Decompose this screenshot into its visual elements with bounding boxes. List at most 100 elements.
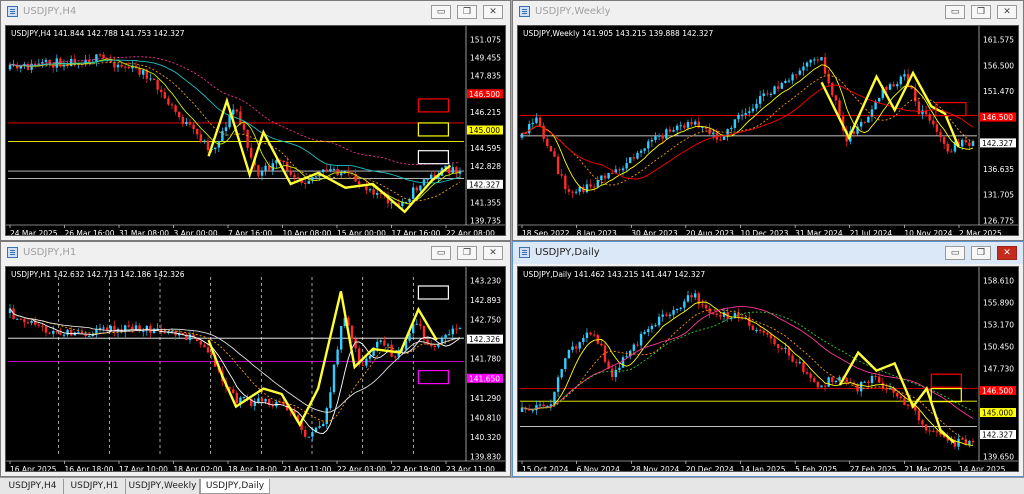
candle-body bbox=[668, 129, 672, 132]
chart-area[interactable]: 161.575 156.500 151.470 146.500 142.327 136.6… bbox=[517, 25, 1019, 236]
price-label: 145.000 bbox=[982, 409, 1013, 418]
candle-body bbox=[340, 325, 343, 350]
candle-body bbox=[935, 431, 939, 433]
candle-body bbox=[585, 184, 589, 193]
candle-body bbox=[102, 327, 105, 329]
zone-box bbox=[417, 98, 449, 113]
price-label: 139.650 bbox=[983, 453, 1014, 462]
candle-body bbox=[203, 344, 206, 348]
price-chart[interactable]: 151.075 149.455 147.835 146.500 146.215 145.0… bbox=[6, 26, 505, 235]
candle-body bbox=[88, 335, 91, 337]
price-label: 145.000 bbox=[469, 126, 500, 135]
candle-body bbox=[127, 325, 130, 327]
candle-body bbox=[546, 138, 549, 147]
candle-body bbox=[766, 93, 769, 95]
restore-button[interactable]: ❐ bbox=[457, 246, 477, 260]
window-titlebar[interactable]: USDJPY,Daily ▭ ❐ ✕ bbox=[513, 242, 1023, 264]
price-label: 141.290 bbox=[470, 394, 501, 403]
candle-body bbox=[419, 323, 422, 326]
price-label: 144.595 bbox=[470, 144, 501, 153]
candle-body bbox=[748, 111, 751, 114]
candle-body bbox=[625, 356, 628, 358]
price-label: 142.828 bbox=[470, 162, 501, 171]
date-label: 8 Jan 2023 bbox=[577, 229, 617, 235]
price-chart[interactable]: 158.610 155.890 153.170 150.450 147.730 146.5… bbox=[518, 267, 1018, 471]
tab-usdjpy-h4[interactable]: USDJPY,H4 bbox=[2, 479, 64, 494]
minimize-button[interactable]: ▭ bbox=[945, 5, 965, 19]
candle-body bbox=[48, 59, 51, 65]
candle-body bbox=[863, 122, 866, 124]
chart-window-weekly[interactable]: USDJPY,Weekly ▭ ❐ ✕ 161.575 156.500 151.47… bbox=[512, 0, 1024, 241]
candle-body bbox=[282, 160, 285, 162]
minimize-button[interactable]: ▭ bbox=[945, 246, 965, 260]
candle-body bbox=[275, 401, 278, 407]
candle-body bbox=[553, 151, 556, 157]
window-titlebar[interactable]: USDJPY,H1 ▭ ❐ ✕ bbox=[1, 242, 510, 264]
candle-body bbox=[329, 392, 332, 409]
candle-body bbox=[643, 148, 646, 151]
tab-usdjpy-daily[interactable]: USDJPY,Daily bbox=[200, 479, 270, 494]
candle-body bbox=[531, 410, 535, 412]
candle-body bbox=[877, 376, 881, 383]
candle-body bbox=[329, 169, 332, 171]
candle-body bbox=[748, 317, 751, 326]
price-label: 155.890 bbox=[983, 299, 1014, 308]
restore-button[interactable]: ❐ bbox=[457, 5, 477, 19]
candle-body bbox=[48, 332, 51, 334]
candle-body bbox=[16, 318, 19, 320]
price-label: 139.830 bbox=[470, 453, 501, 462]
chart-area[interactable]: 151.075 149.455 147.835 146.500 146.215 145.0… bbox=[5, 25, 506, 236]
chart-window-h4[interactable]: USDJPY,H4 ▭ ❐ ✕ 151.075 149.455 147.835 146… bbox=[0, 0, 511, 241]
price-label: 141.780 bbox=[470, 355, 501, 364]
candle-body bbox=[451, 328, 454, 335]
candle-body bbox=[813, 377, 816, 382]
tab-usdjpy-h1[interactable]: USDJPY,H1 bbox=[64, 479, 126, 494]
chart-window-h1[interactable]: USDJPY,H1 ▭ ❐ ✕ 143.230 142.893 142.750 142… bbox=[0, 241, 511, 477]
close-button[interactable]: ✕ bbox=[483, 246, 503, 260]
price-label: 142.326 bbox=[469, 335, 500, 344]
price-chart[interactable]: 161.575 156.500 151.470 146.500 142.327 136.6… bbox=[518, 26, 1018, 235]
chart-area[interactable]: 158.610 155.890 153.170 150.450 147.730 146.5… bbox=[517, 266, 1019, 472]
close-button[interactable]: ✕ bbox=[483, 5, 503, 19]
candle-body bbox=[336, 168, 339, 176]
candle-body bbox=[102, 54, 105, 59]
chart-area[interactable]: 143.230 142.893 142.750 142.326 141.780 141.6… bbox=[5, 266, 506, 472]
candle-body bbox=[260, 170, 264, 176]
candle-body bbox=[776, 344, 780, 349]
close-button[interactable]: ✕ bbox=[997, 246, 1017, 260]
date-label: 2 Mar 2025 bbox=[959, 229, 1002, 235]
restore-button[interactable]: ❐ bbox=[971, 5, 991, 19]
candle-body bbox=[322, 169, 325, 173]
candle-body bbox=[448, 334, 451, 336]
moving-average-line bbox=[9, 59, 461, 184]
candle-body bbox=[838, 100, 841, 117]
chart-window-icon bbox=[519, 6, 530, 17]
price-label: 141.355 bbox=[470, 198, 501, 207]
candle-body bbox=[361, 364, 364, 366]
candle-body bbox=[946, 143, 949, 152]
price-label: 146.500 bbox=[469, 90, 500, 99]
window-titlebar[interactable]: USDJPY,H4 ▭ ❐ ✕ bbox=[1, 1, 510, 23]
minimize-button[interactable]: ▭ bbox=[431, 246, 451, 260]
tab-usdjpy-weekly[interactable]: USDJPY,Weekly bbox=[126, 479, 200, 494]
candle-body bbox=[740, 114, 744, 116]
date-label: 14 Apr 2025 bbox=[959, 465, 1006, 471]
price-chart[interactable]: 143.230 142.893 142.750 142.326 141.780 141.6… bbox=[6, 267, 505, 471]
minimize-button[interactable]: ▭ bbox=[431, 5, 451, 19]
candle-body bbox=[372, 189, 375, 195]
candle-body bbox=[365, 358, 368, 366]
candle-body bbox=[917, 101, 921, 115]
restore-button[interactable]: ❐ bbox=[971, 246, 991, 260]
candle-body bbox=[232, 389, 235, 393]
candle-body bbox=[751, 325, 755, 331]
date-label: 26 Mar 16:00 bbox=[65, 229, 115, 235]
window-titlebar[interactable]: USDJPY,Weekly ▭ ❐ ✕ bbox=[513, 1, 1023, 23]
close-button[interactable]: ✕ bbox=[997, 5, 1017, 19]
chart-window-daily[interactable]: USDJPY,Daily ▭ ❐ ✕ 158.610 155.890 153.170… bbox=[512, 241, 1024, 477]
candle-body bbox=[246, 129, 249, 148]
candle-body bbox=[174, 105, 177, 112]
candle-body bbox=[600, 175, 603, 181]
date-label: 3 Apr 00:00 bbox=[174, 229, 218, 235]
candle-body bbox=[647, 141, 650, 149]
candle-body bbox=[589, 332, 592, 335]
